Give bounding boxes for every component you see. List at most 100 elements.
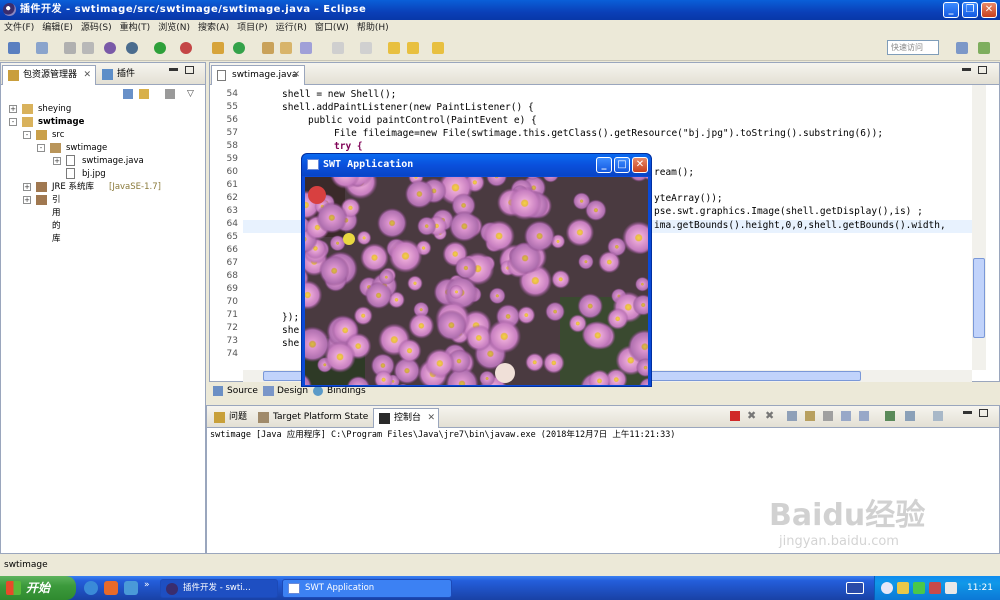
tab-design[interactable]: Design xyxy=(277,386,308,396)
maximize-view-icon[interactable] xyxy=(185,66,194,74)
forward-icon[interactable] xyxy=(432,42,444,54)
maximize-view-icon[interactable] xyxy=(979,409,988,417)
close-tab-icon[interactable]: ✕ xyxy=(427,409,435,427)
ie-quicklaunch-icon[interactable] xyxy=(84,581,98,595)
collapse-all-icon[interactable] xyxy=(123,89,133,99)
menu-file[interactable]: 文件(F) xyxy=(0,20,38,36)
quicklaunch-more-icon[interactable]: » xyxy=(144,580,150,590)
expand-toggle[interactable]: - xyxy=(9,118,17,126)
minimize-view-icon[interactable] xyxy=(963,411,972,414)
show-stdout-icon[interactable] xyxy=(841,411,851,421)
tab-bindings[interactable]: Bindings xyxy=(327,386,366,396)
run-icon[interactable] xyxy=(154,42,166,54)
tab-source[interactable]: Source xyxy=(227,386,258,396)
prev-annotation-icon[interactable] xyxy=(388,42,400,54)
swt-close-button[interactable]: ✕ xyxy=(632,157,648,173)
input-method-icon[interactable] xyxy=(846,582,864,594)
clear-console-icon[interactable] xyxy=(787,411,797,421)
remove-all-icon[interactable]: ✖ xyxy=(765,409,774,422)
swt-title-bar[interactable]: SWT Application _ □ ✕ xyxy=(302,154,651,176)
save-icon[interactable] xyxy=(64,42,76,54)
menu-navigate[interactable]: 浏览(N) xyxy=(154,20,194,36)
open-type-icon[interactable] xyxy=(262,42,274,54)
menu-edit[interactable]: 编辑(E) xyxy=(38,20,77,36)
tab-target-platform-state[interactable]: Target Platform State xyxy=(253,408,371,428)
code-line[interactable]: public void paintControl(PaintEvent e) { xyxy=(308,115,537,126)
vertical-scrollbar[interactable] xyxy=(972,85,986,370)
menu-source[interactable]: 源码(S) xyxy=(77,20,116,36)
code-line[interactable]: shell.addPaintListener(new PaintListener… xyxy=(282,102,534,113)
back-icon[interactable] xyxy=(407,42,419,54)
open-icon[interactable] xyxy=(36,42,48,54)
scroll-thumb[interactable] xyxy=(973,258,985,338)
code-line[interactable]: ima.getBounds().height,0,0,shell.getBoun… xyxy=(654,220,946,231)
menu-window[interactable]: 窗口(W) xyxy=(311,20,353,36)
tray-app-icon[interactable] xyxy=(897,582,909,594)
menu-search[interactable]: 搜索(A) xyxy=(194,20,233,36)
expand-toggle[interactable]: + xyxy=(53,157,61,165)
tab-plugins[interactable]: 插件 xyxy=(97,65,157,85)
link-editor-icon[interactable] xyxy=(139,89,149,99)
new-java-project-icon[interactable] xyxy=(212,42,224,54)
menu-help[interactable]: 帮助(H) xyxy=(353,20,393,36)
start-button[interactable]: 开始 xyxy=(0,576,76,600)
save-all-icon[interactable] xyxy=(82,42,94,54)
minimize-view-icon[interactable] xyxy=(169,68,178,71)
volume-icon[interactable] xyxy=(945,582,957,594)
minimize-button[interactable]: _ xyxy=(943,2,959,18)
new-class-icon[interactable] xyxy=(233,42,245,54)
menu-run[interactable]: 运行(R) xyxy=(272,20,311,36)
code-line[interactable]: yteArray()); xyxy=(654,193,723,204)
expand-toggle[interactable]: + xyxy=(9,105,17,113)
swt-minimize-button[interactable]: _ xyxy=(596,157,612,173)
taskbar-item-swt-application[interactable]: SWT Application xyxy=(282,579,452,598)
menu-refactor[interactable]: 重构(T) xyxy=(116,20,155,36)
tab-console[interactable]: 控制台 ✕ xyxy=(373,408,439,428)
pin-icon[interactable] xyxy=(360,42,372,54)
open-perspective-icon[interactable] xyxy=(956,42,968,54)
swt-maximize-button[interactable]: □ xyxy=(614,157,630,173)
maximize-view-icon[interactable] xyxy=(978,66,987,74)
new-icon[interactable] xyxy=(8,42,20,54)
tray-app2-icon[interactable] xyxy=(913,582,925,594)
quick-access-input[interactable]: 快速访问 xyxy=(887,40,939,55)
debug-skip-icon[interactable] xyxy=(104,42,116,54)
code-line[interactable]: she xyxy=(282,338,299,349)
expand-toggle[interactable]: + xyxy=(23,183,31,191)
tray-app3-icon[interactable] xyxy=(929,582,941,594)
network-icon[interactable] xyxy=(881,582,893,594)
open-folder-icon[interactable] xyxy=(280,42,292,54)
minimize-view-icon[interactable] xyxy=(962,68,971,71)
code-line[interactable]: pse.swt.graphics.Image(shell.getDisplay(… xyxy=(654,206,923,217)
pin-console-icon[interactable] xyxy=(885,411,895,421)
expand-toggle[interactable]: - xyxy=(37,144,45,152)
expand-toggle[interactable]: + xyxy=(23,196,31,204)
view-menu-filter-icon[interactable] xyxy=(165,89,175,99)
editor-tab-swtimage-java[interactable]: swtimage.java ✕ xyxy=(211,65,305,85)
debug-icon[interactable] xyxy=(126,42,138,54)
word-wrap-icon[interactable] xyxy=(823,411,833,421)
show-stderr-icon[interactable] xyxy=(859,411,869,421)
search-icon[interactable] xyxy=(300,42,312,54)
tab-package-explorer[interactable]: 包资源管理器 ✕ xyxy=(2,65,96,85)
code-line[interactable]: }); xyxy=(282,312,299,323)
java-perspective-icon[interactable] xyxy=(978,42,990,54)
code-line[interactable]: File fileimage=new File(swtimage.this.ge… xyxy=(334,128,883,139)
code-line[interactable]: shell = new Shell(); xyxy=(282,89,396,100)
scroll-lock-icon[interactable] xyxy=(805,411,815,421)
restore-button[interactable]: ❐ xyxy=(962,2,978,18)
menu-project[interactable]: 项目(P) xyxy=(233,20,271,36)
code-line[interactable]: ream(); xyxy=(654,167,694,178)
close-tab-icon[interactable]: ✕ xyxy=(83,66,91,84)
open-console-icon[interactable] xyxy=(933,411,943,421)
terminate-icon[interactable] xyxy=(730,411,740,421)
remove-launch-icon[interactable]: ✖ xyxy=(747,409,756,422)
close-button[interactable]: ✕ xyxy=(981,2,997,18)
view-menu-icon[interactable]: ▽ xyxy=(187,89,194,99)
external-tools-icon[interactable] xyxy=(180,42,192,54)
close-tab-icon[interactable]: ✕ xyxy=(292,66,300,84)
tab-problems[interactable]: 问题 xyxy=(209,408,251,428)
toggle-mark-icon[interactable] xyxy=(332,42,344,54)
taskbar-item-eclipse[interactable]: 插件开发 - swti... xyxy=(160,579,278,598)
code-line[interactable]: she xyxy=(282,325,299,336)
